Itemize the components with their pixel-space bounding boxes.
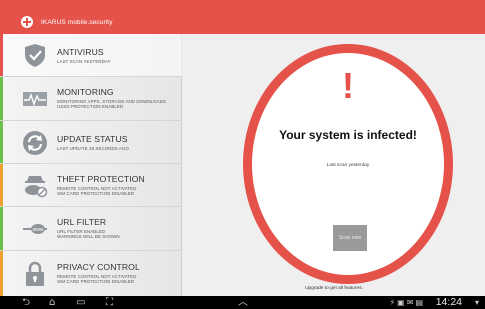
last-scan-text: Last scan yesterday bbox=[326, 163, 370, 168]
status-accent-orange bbox=[0, 251, 3, 296]
sidebar-item-update-status[interactable]: UPDATE STATUS LAST UPDATE 28 SECONDS AGO bbox=[0, 121, 182, 164]
ikarus-logo-icon bbox=[21, 16, 33, 28]
chevron-up-icon[interactable]: ︿ bbox=[238, 297, 248, 308]
sidebar-item-theft-protection[interactable]: THEFT PROTECTION REMOTE CONTROL NOT ACTI… bbox=[0, 164, 182, 207]
main-panel: ! Your system is infected! Last scan yes… bbox=[183, 34, 485, 296]
home-icon[interactable]: ⌂ bbox=[49, 297, 55, 308]
app-title: IKARUS mobile.security bbox=[41, 18, 113, 26]
shield-check-icon bbox=[22, 42, 48, 68]
sidebar-item-status: LAST UPDATE 28 SECONDS AGO bbox=[57, 145, 129, 151]
app-header: IKARUS mobile.security bbox=[0, 10, 485, 34]
sidebar-item-label: MONITORING bbox=[57, 87, 114, 97]
upgrade-link[interactable]: Upgrade to get all features. bbox=[183, 286, 485, 291]
clock: 14:24 bbox=[435, 296, 462, 308]
sidebar-item-status: LAST SCAN YESTERDAY bbox=[57, 58, 111, 64]
lock-icon bbox=[22, 261, 48, 287]
sidebar-item-privacy-control[interactable]: PRIVACY CONTROL REMOTE CONTROL NOT ACTIV… bbox=[0, 251, 182, 296]
sidebar-item-label: THEFT PROTECTION bbox=[57, 174, 145, 184]
pulse-monitor-icon bbox=[22, 86, 48, 112]
url-filter-icon: www bbox=[22, 216, 48, 242]
sidebar-item-url-filter[interactable]: www URL FILTER URL FILTER ENABLED WARNIN… bbox=[0, 207, 182, 251]
status-accent-green bbox=[0, 121, 3, 163]
recent-apps-icon[interactable]: ▭ bbox=[76, 297, 85, 308]
status-accent-green bbox=[0, 207, 3, 250]
sidebar-item-status: SIM CARD PROTECTION DISABLED bbox=[57, 191, 135, 197]
refresh-icon bbox=[22, 130, 48, 156]
wifi-signal-icon: ▾ bbox=[474, 298, 479, 307]
sidebar-item-status: USSD PROTECTION ENABLED bbox=[57, 104, 124, 110]
sidebar-item-label: URL FILTER bbox=[57, 217, 107, 227]
app-window: IKARUS mobile.security ANTIVIRUS LAST SC… bbox=[0, 0, 485, 296]
scan-now-button[interactable]: Scan now bbox=[333, 225, 367, 251]
thief-icon bbox=[22, 172, 48, 198]
sidebar-item-status: WARNINGS WILL BE SHOWN bbox=[57, 234, 120, 240]
back-icon[interactable]: ⮌ bbox=[22, 297, 30, 308]
status-accent-red bbox=[0, 34, 3, 76]
sidebar-item-label: UPDATE STATUS bbox=[57, 134, 128, 144]
alert-exclamation-icon: ! bbox=[342, 65, 354, 106]
screenshot-icon[interactable]: ⛶ bbox=[106, 297, 113, 308]
sidebar-item-label: PRIVACY CONTROL bbox=[57, 262, 140, 272]
sidebar: ANTIVIRUS LAST SCAN YESTERDAY MONITORING… bbox=[0, 34, 182, 296]
notification-icons: ⚡▣✉▤ bbox=[389, 298, 425, 307]
status-strip bbox=[0, 0, 485, 10]
svg-text:www: www bbox=[33, 227, 44, 233]
infection-headline: Your system is infected! bbox=[279, 128, 417, 142]
status-ring: ! Your system is infected! Last scan yes… bbox=[243, 44, 453, 284]
system-nav-bar: ⮌ ⌂ ▭ ⛶ ︿ ⚡▣✉▤ 14:24 ▾ bbox=[0, 296, 485, 309]
status-accent-orange bbox=[0, 164, 3, 206]
status-accent-green bbox=[0, 77, 3, 120]
sidebar-item-status: SIM CARD PROTECTION DISABLED bbox=[57, 279, 135, 285]
sidebar-item-antivirus[interactable]: ANTIVIRUS LAST SCAN YESTERDAY bbox=[0, 34, 182, 77]
sidebar-item-monitoring[interactable]: MONITORING MONITORING APPS, STORAGE AND … bbox=[0, 77, 182, 121]
sidebar-item-label: ANTIVIRUS bbox=[57, 47, 104, 57]
